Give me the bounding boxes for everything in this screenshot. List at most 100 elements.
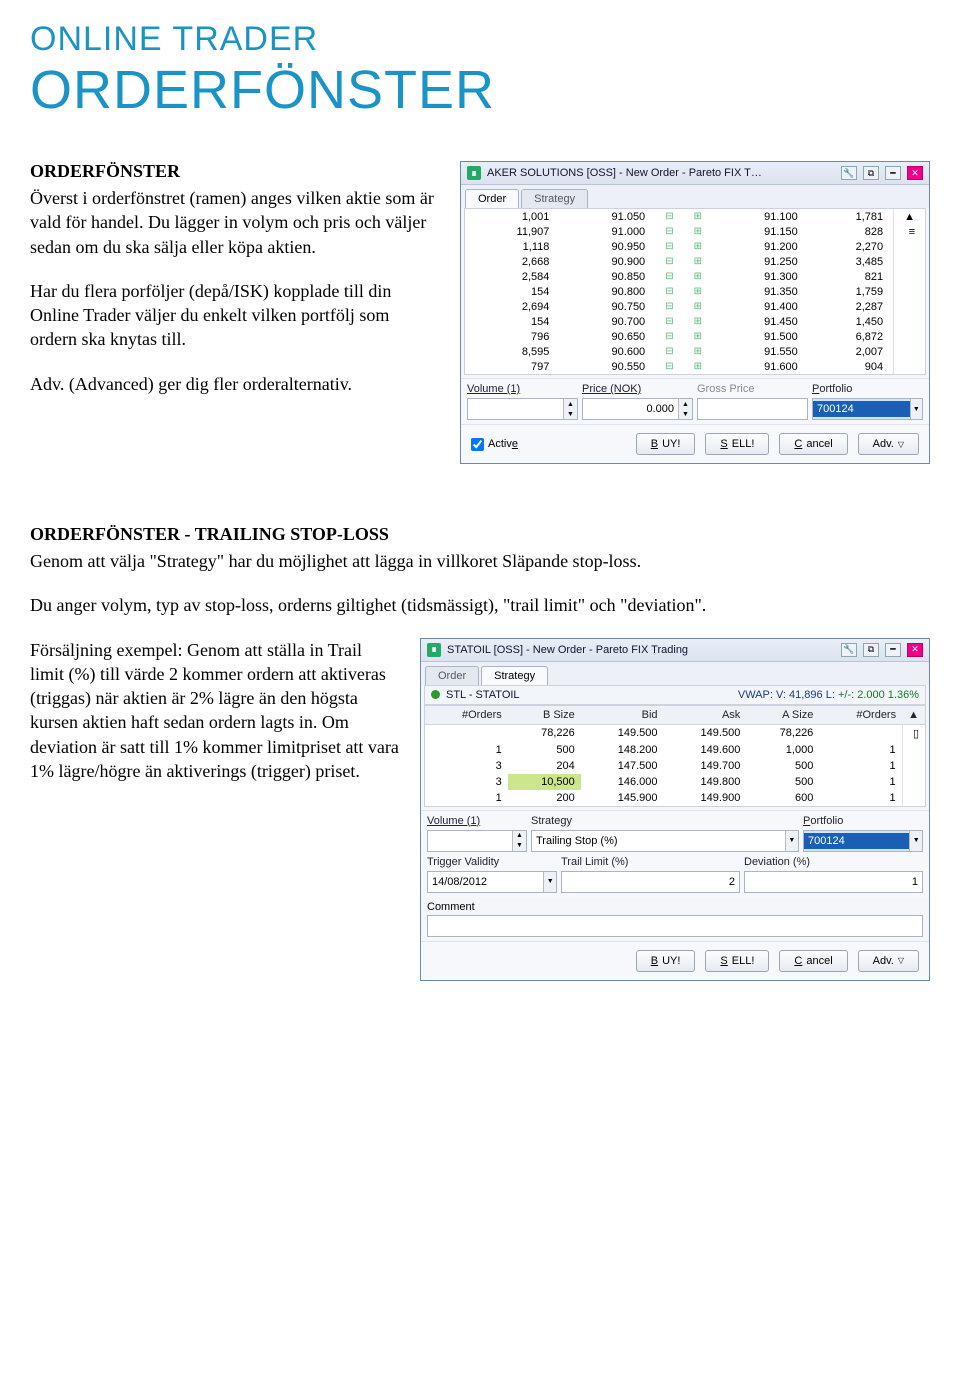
column-header[interactable]: A Size	[746, 706, 819, 725]
market-row[interactable]: 1200145.900149.9006001	[425, 790, 925, 806]
depth-row[interactable]: 1,00191.050⊟⊞91.1001,781▲	[465, 209, 925, 224]
scrollbar[interactable]	[894, 344, 925, 359]
sell-button[interactable]: SELL!	[705, 433, 769, 455]
scrollbar[interactable]	[894, 329, 925, 344]
plus-icon[interactable]: ⊞	[684, 329, 712, 344]
depth-row[interactable]: 15490.700⊟⊞91.4501,450	[465, 314, 925, 329]
depth-row[interactable]: 79690.650⊟⊞91.5006,872	[465, 329, 925, 344]
minus-icon[interactable]: ⊟	[655, 329, 683, 344]
plus-icon[interactable]: ⊞	[684, 254, 712, 269]
scrollbar[interactable]	[894, 314, 925, 329]
column-header[interactable]: Ask	[664, 706, 747, 725]
market-row[interactable]: 3204147.500149.7005001	[425, 758, 925, 774]
column-header[interactable]: Bid	[581, 706, 664, 725]
cancel-button[interactable]: Cancel	[779, 433, 847, 455]
minimize-icon[interactable]: ━	[885, 166, 901, 180]
depth-row[interactable]: 79790.550⊟⊞91.600904	[465, 359, 925, 374]
volume-input[interactable]: ▲▼	[427, 830, 527, 852]
minus-icon[interactable]: ⊟	[655, 224, 683, 239]
trail-limit-input[interactable]	[561, 871, 740, 893]
depth-row[interactable]: 1,11890.950⊟⊞91.2002,270	[465, 239, 925, 254]
scrollbar[interactable]	[894, 269, 925, 284]
scroll-up-icon[interactable]: ▲	[902, 706, 925, 725]
deviation-input[interactable]	[744, 871, 923, 893]
buy-button[interactable]: BUY!	[636, 950, 696, 972]
minus-icon[interactable]: ⊟	[655, 209, 683, 224]
plus-icon[interactable]: ⊞	[684, 239, 712, 254]
minus-icon[interactable]: ⊟	[655, 299, 683, 314]
scrollbar[interactable]	[894, 254, 925, 269]
close-icon[interactable]: ✕	[907, 643, 923, 657]
gross-input[interactable]	[697, 398, 808, 420]
detach-icon[interactable]: ⧉	[863, 643, 879, 657]
titlebar[interactable]: ∎ STATOIL [OSS] - New Order - Pareto FIX…	[421, 639, 929, 662]
depth-row[interactable]: 2,58490.850⊟⊞91.300821	[465, 269, 925, 284]
depth-row[interactable]: 15490.800⊟⊞91.3501,759	[465, 284, 925, 299]
column-header[interactable]: B Size	[508, 706, 581, 725]
plus-icon[interactable]: ⊞	[684, 224, 712, 239]
plus-icon[interactable]: ⊞	[684, 209, 712, 224]
minus-icon[interactable]: ⊟	[655, 284, 683, 299]
strategy-select[interactable]: ▼	[531, 830, 799, 852]
stepper-down-icon[interactable]: ▼	[678, 409, 692, 419]
plus-icon[interactable]: ⊞	[684, 284, 712, 299]
scrollbar[interactable]	[894, 239, 925, 254]
chevron-down-icon[interactable]: ▼	[543, 872, 556, 892]
plus-icon[interactable]: ⊞	[684, 359, 712, 374]
minimize-icon[interactable]: ━	[885, 643, 901, 657]
stepper-up-icon[interactable]: ▲	[563, 399, 577, 409]
portfolio-select[interactable]: ▼	[803, 830, 923, 852]
tab-strategy[interactable]: Strategy	[481, 666, 548, 685]
minus-icon[interactable]: ⊟	[655, 344, 683, 359]
price-input[interactable]: ▲▼	[582, 398, 693, 420]
plus-icon[interactable]: ⊞	[684, 269, 712, 284]
minus-icon[interactable]: ⊟	[655, 359, 683, 374]
scrollbar[interactable]: ▲	[894, 209, 925, 224]
chevron-down-icon[interactable]: ▼	[909, 831, 922, 851]
column-header[interactable]: #Orders	[819, 706, 902, 725]
buy-button[interactable]: BUY!	[636, 433, 696, 455]
scrollbar[interactable]	[894, 359, 925, 374]
chevron-down-icon[interactable]: ▼	[785, 831, 798, 851]
sell-button[interactable]: SELL!	[705, 950, 769, 972]
volume-input[interactable]: ▲▼	[467, 398, 578, 420]
trigger-date-input[interactable]: ▼	[427, 871, 557, 893]
minus-icon[interactable]: ⊟	[655, 269, 683, 284]
minus-icon[interactable]: ⊟	[655, 254, 683, 269]
stepper-up-icon[interactable]: ▲	[512, 831, 526, 841]
close-icon[interactable]: ✕	[907, 166, 923, 180]
market-row[interactable]: 1500148.200149.6001,0001	[425, 742, 925, 758]
minus-icon[interactable]: ⊟	[655, 239, 683, 254]
wrench-icon[interactable]: 🔧	[841, 643, 857, 657]
column-header[interactable]: #Orders	[425, 706, 508, 725]
minus-icon[interactable]: ⊟	[655, 314, 683, 329]
scrollbar[interactable]	[894, 299, 925, 314]
chevron-down-icon[interactable]: ▼	[910, 399, 922, 419]
active-checkbox[interactable]: Active	[471, 438, 518, 451]
stepper-down-icon[interactable]: ▼	[512, 841, 526, 851]
plus-icon[interactable]: ⊞	[684, 344, 712, 359]
scrollbar[interactable]: ≡	[894, 224, 925, 239]
stepper-up-icon[interactable]: ▲	[678, 399, 692, 409]
tab-order[interactable]: Order	[465, 189, 519, 208]
market-row[interactable]: 78,226149.500149.50078,226▯	[425, 724, 925, 742]
depth-row[interactable]: 11,90791.000⊟⊞91.150828≡	[465, 224, 925, 239]
depth-row[interactable]: 8,59590.600⊟⊞91.5502,007	[465, 344, 925, 359]
tab-strategy[interactable]: Strategy	[521, 189, 588, 208]
adv-button[interactable]: Adv.▽	[858, 433, 919, 455]
adv-button[interactable]: Adv.▽	[858, 950, 919, 972]
plus-icon[interactable]: ⊞	[684, 314, 712, 329]
cancel-button[interactable]: Cancel	[779, 950, 847, 972]
plus-icon[interactable]: ⊞	[684, 299, 712, 314]
tab-order[interactable]: Order	[425, 666, 479, 685]
wrench-icon[interactable]: 🔧	[841, 166, 857, 180]
detach-icon[interactable]: ⧉	[863, 166, 879, 180]
scrollbar[interactable]	[894, 284, 925, 299]
portfolio-select[interactable]: ▼	[812, 398, 923, 420]
titlebar[interactable]: ∎ AKER SOLUTIONS [OSS] - New Order - Par…	[461, 162, 929, 185]
market-row[interactable]: 310,500146.000149.8005001	[425, 774, 925, 790]
comment-input[interactable]	[427, 915, 923, 937]
depth-row[interactable]: 2,66890.900⊟⊞91.2503,485	[465, 254, 925, 269]
stepper-down-icon[interactable]: ▼	[563, 409, 577, 419]
depth-row[interactable]: 2,69490.750⊟⊞91.4002,287	[465, 299, 925, 314]
